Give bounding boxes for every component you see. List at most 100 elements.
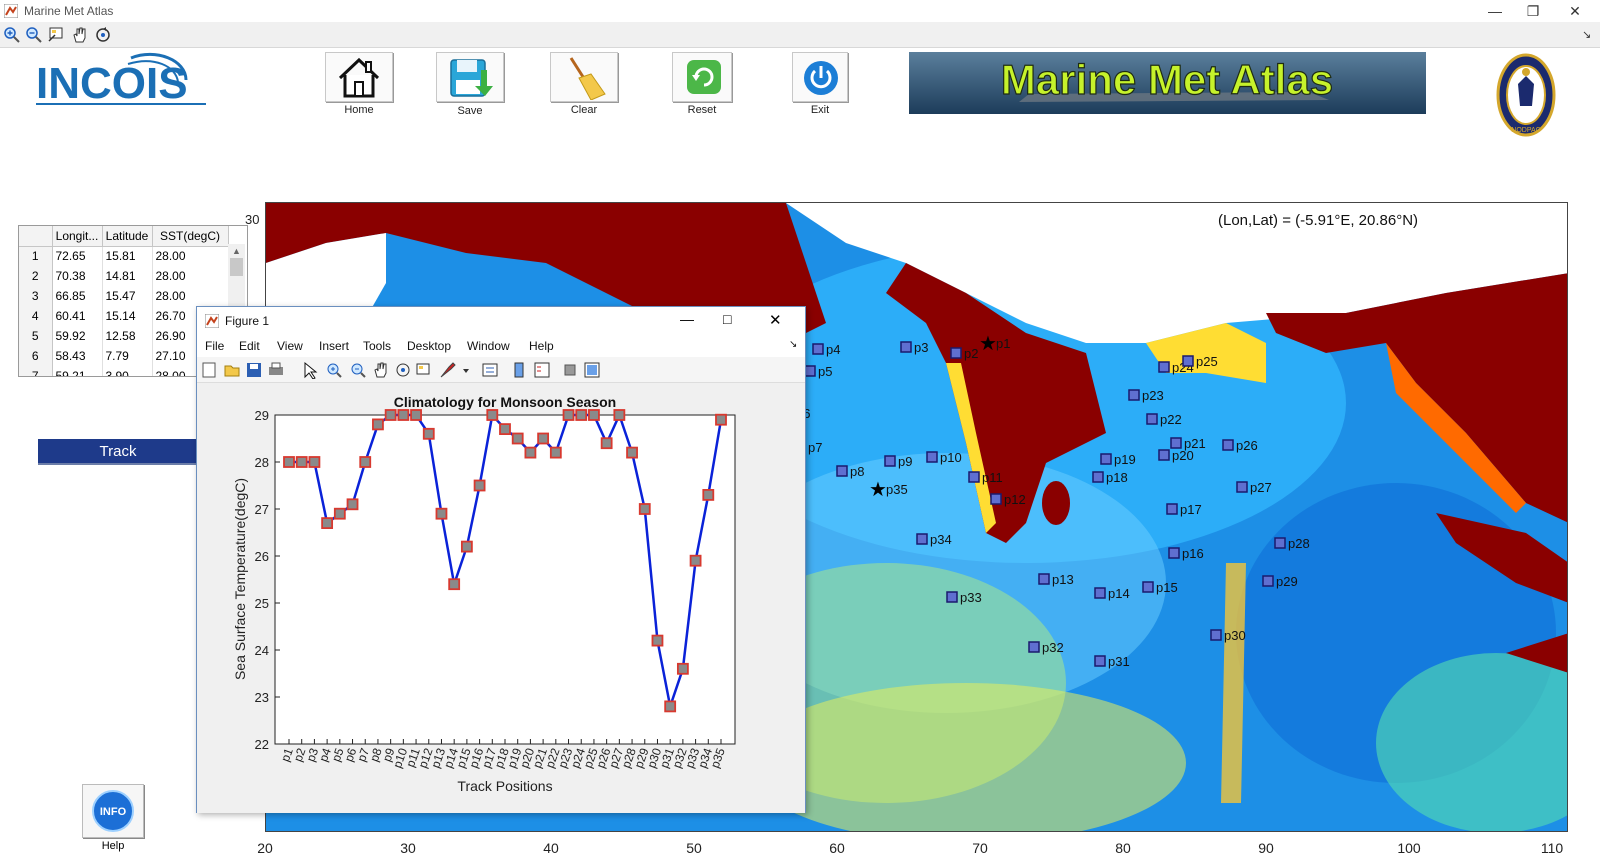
open-file-icon[interactable]	[224, 365, 240, 377]
map-point-marker[interactable]	[1210, 629, 1222, 641]
colorbar-icon[interactable]	[514, 362, 524, 378]
map-point-marker[interactable]	[1158, 361, 1170, 373]
rotate-icon[interactable]	[93, 25, 113, 45]
table-cell[interactable]: 58.43	[52, 346, 103, 366]
map-point-marker[interactable]	[946, 591, 958, 603]
zoom-out-icon[interactable]	[24, 25, 44, 45]
legend-icon[interactable]	[534, 362, 550, 378]
table-cell[interactable]: 28.00	[152, 286, 229, 306]
table-cell[interactable]: 28.00	[152, 246, 229, 266]
menu-help[interactable]: Help	[529, 339, 554, 353]
exit-button[interactable]	[792, 52, 848, 102]
table-row[interactable]: 1 72.65 15.81 28.00	[19, 246, 229, 266]
save-button[interactable]	[436, 52, 504, 102]
map-point-marker[interactable]	[1038, 573, 1050, 585]
map-point-marker[interactable]	[950, 347, 962, 359]
menu-desktop[interactable]: Desktop	[407, 339, 451, 353]
menu-insert[interactable]: Insert	[319, 339, 349, 353]
table-cell[interactable]: 60.41	[52, 306, 103, 326]
edit-plot-icon[interactable]	[304, 361, 318, 379]
figure-title-bar[interactable]: Figure 1 — □ ✕	[197, 307, 805, 335]
menu-dock-icon[interactable]: ↘	[789, 339, 797, 350]
table-cell[interactable]: 28.00	[152, 266, 229, 286]
column-header-longitude[interactable]: Longit...	[52, 226, 103, 247]
map-point-star-marker[interactable]: ★	[979, 333, 997, 355]
fig-zoom-in-icon[interactable]	[327, 363, 342, 378]
map-point-marker[interactable]	[916, 533, 928, 545]
fig-pan-icon[interactable]	[374, 362, 387, 378]
map-point-marker[interactable]	[1182, 355, 1194, 367]
figure-minimize-button[interactable]: —	[680, 311, 694, 327]
map-point-marker[interactable]	[1128, 389, 1140, 401]
table-cell[interactable]: 15.47	[102, 286, 153, 306]
table-cell[interactable]: 59.92	[52, 326, 103, 346]
show-plot-tools-icon[interactable]	[584, 362, 600, 378]
minimize-button[interactable]: —	[1480, 2, 1510, 20]
brush-dropdown-icon[interactable]	[463, 369, 469, 373]
map-point-marker[interactable]	[884, 455, 896, 467]
close-button[interactable]: ✕	[1560, 2, 1590, 20]
track-button[interactable]: Track	[38, 439, 198, 465]
map-point-marker[interactable]	[1028, 641, 1040, 653]
clear-button[interactable]	[550, 52, 618, 102]
info-button[interactable]: INFO	[82, 784, 144, 838]
map-point-marker[interactable]	[812, 343, 824, 355]
figure-window[interactable]: Figure 1 — □ ✕ File Edit View Insert Too…	[196, 306, 806, 813]
table-cell[interactable]: 15.14	[102, 306, 153, 326]
zoom-in-icon[interactable]	[2, 25, 22, 45]
fig-data-cursor-icon[interactable]	[416, 363, 430, 375]
map-point-marker[interactable]	[836, 465, 848, 477]
map-point-marker[interactable]	[1158, 449, 1170, 461]
figure-maximize-button[interactable]: □	[723, 311, 731, 327]
table-cell[interactable]: 70.38	[52, 266, 103, 286]
map-point-marker[interactable]	[1094, 655, 1106, 667]
menu-window[interactable]: Window	[467, 339, 510, 353]
fig-rotate-icon[interactable]	[396, 363, 410, 377]
table-cell[interactable]: 72.65	[52, 246, 103, 266]
map-point-marker[interactable]	[900, 341, 912, 353]
column-header-sst[interactable]: SST(degC)	[152, 226, 229, 247]
table-cell[interactable]: 14.81	[102, 266, 153, 286]
map-point-marker[interactable]	[1262, 575, 1274, 587]
menu-view[interactable]: View	[277, 339, 303, 353]
brush-icon[interactable]	[440, 362, 456, 378]
reset-button[interactable]	[672, 52, 732, 102]
table-cell[interactable]: 3.90	[102, 366, 153, 376]
pan-icon[interactable]	[70, 25, 90, 45]
map-point-marker[interactable]	[1170, 437, 1182, 449]
table-cell[interactable]: 12.58	[102, 326, 153, 346]
table-cell[interactable]: 66.85	[52, 286, 103, 306]
menu-file[interactable]: File	[205, 339, 224, 353]
save-figure-icon[interactable]	[247, 363, 261, 377]
table-cell[interactable]: 15.81	[102, 246, 153, 266]
map-point-marker[interactable]	[968, 471, 980, 483]
table-cell[interactable]: 7.79	[102, 346, 153, 366]
map-point-marker[interactable]	[1166, 503, 1178, 515]
restore-button[interactable]: ❐	[1518, 2, 1548, 20]
map-point-marker[interactable]	[1274, 537, 1286, 549]
map-point-marker[interactable]	[1092, 471, 1104, 483]
map-point-marker[interactable]	[1100, 453, 1112, 465]
toolbar-expand-icon[interactable]: ↘	[1582, 28, 1591, 41]
home-button[interactable]	[325, 52, 393, 102]
map-point-marker[interactable]	[926, 451, 938, 463]
table-row[interactable]: 3 66.85 15.47 28.00	[19, 286, 229, 306]
table-row[interactable]: 2 70.38 14.81 28.00	[19, 266, 229, 286]
menu-edit[interactable]: Edit	[239, 339, 260, 353]
menu-tools[interactable]: Tools	[363, 339, 391, 353]
map-point-marker[interactable]	[1168, 547, 1180, 559]
map-point-marker[interactable]	[1142, 581, 1154, 593]
hide-plot-tools-icon[interactable]	[564, 364, 576, 376]
fig-zoom-out-icon[interactable]	[351, 363, 366, 378]
map-point-marker[interactable]	[804, 365, 816, 377]
map-point-marker[interactable]	[1094, 587, 1106, 599]
map-point-marker[interactable]	[990, 493, 1002, 505]
map-point-marker[interactable]	[1222, 439, 1234, 451]
print-icon[interactable]	[269, 362, 283, 375]
figure-close-button[interactable]: ✕	[769, 311, 782, 329]
map-point-marker[interactable]	[1236, 481, 1248, 493]
table-cell[interactable]: 59.21	[52, 366, 103, 376]
data-cursor-icon[interactable]	[47, 25, 67, 45]
map-point-marker[interactable]	[1146, 413, 1158, 425]
new-figure-icon[interactable]	[202, 362, 216, 378]
